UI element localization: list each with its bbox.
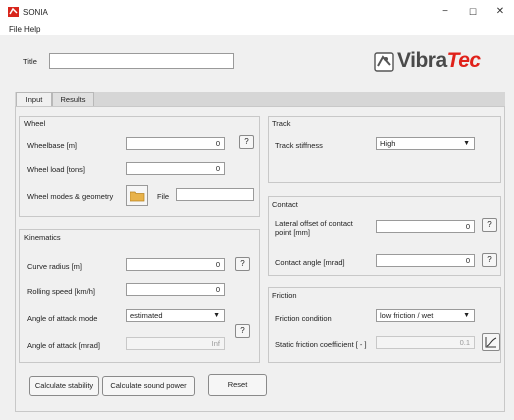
tab-input[interactable]: Input: [16, 92, 52, 106]
tab-results[interactable]: Results: [52, 92, 94, 106]
curve-plot-icon: [485, 337, 497, 348]
calculate-stability-button[interactable]: Calculate stability: [29, 376, 99, 396]
contact-offset-help-button[interactable]: ?: [482, 218, 497, 232]
brand-logo-text: VibraTec: [397, 49, 481, 73]
static-friction-label: Static friction coefficient [ - ]: [275, 340, 367, 349]
aoa-mode-value: estimated: [130, 311, 163, 320]
minimize-button[interactable]: −: [432, 4, 458, 20]
maximize-button[interactable]: ☐: [460, 4, 486, 20]
aoa-mode-label: Angle of attack mode: [27, 314, 98, 323]
lateral-offset-label: Lateral offset of contact point [mm]: [275, 219, 353, 237]
friction-condition-label: Friction condition: [275, 314, 332, 323]
title-input[interactable]: [49, 53, 234, 69]
friction-curve-button[interactable]: [482, 333, 500, 351]
static-friction-input: 0.1: [376, 336, 475, 349]
window-title: SONIA: [23, 8, 48, 17]
wheelbase-label: Wheelbase [m]: [27, 141, 78, 150]
friction-panel: [268, 287, 501, 363]
title-label: Title: [23, 57, 37, 66]
wheel-modes-label: Wheel modes & geometry: [27, 192, 114, 201]
curve-radius-label: Curve radius [m]: [27, 262, 83, 271]
wheelbase-help-button[interactable]: ?: [239, 135, 254, 149]
contact-angle-help-button[interactable]: ?: [482, 253, 497, 267]
contact-panel-title: Contact: [272, 200, 298, 209]
file-input[interactable]: [176, 188, 254, 201]
folder-icon: [130, 191, 145, 202]
track-stiffness-value: High: [380, 139, 396, 148]
calculate-sound-power-button[interactable]: Calculate sound power: [102, 376, 195, 396]
lateral-offset-input[interactable]: 0: [376, 220, 475, 233]
kinematics-panel-title: Kinematics: [24, 233, 61, 242]
aoa-input: Inf: [126, 337, 225, 350]
close-button[interactable]: ✕: [487, 4, 513, 20]
wheelbase-input[interactable]: 0: [126, 137, 225, 150]
menu-file[interactable]: File: [9, 25, 22, 34]
dropdown-arrow-icon: ▼: [463, 140, 470, 147]
open-folder-button[interactable]: [126, 185, 148, 206]
menu-help[interactable]: Help: [24, 25, 40, 34]
dropdown-arrow-icon: ▼: [213, 312, 220, 319]
aoa-mode-select[interactable]: estimated ▼: [126, 309, 225, 322]
contact-angle-label: Contact angle [mrad]: [275, 258, 345, 267]
friction-panel-title: Friction: [272, 291, 297, 300]
app-logo-icon: [8, 7, 19, 17]
aoa-help-button[interactable]: ?: [235, 324, 250, 338]
track-panel-title: Track: [272, 119, 291, 128]
file-label: File: [157, 192, 170, 201]
wheel-load-input[interactable]: 0: [126, 162, 225, 175]
rolling-speed-label: Rolling speed [km/h]: [27, 287, 95, 296]
friction-condition-value: low friction / wet: [380, 311, 434, 320]
aoa-label: Angle of attack [mrad]: [27, 341, 100, 350]
rolling-speed-input[interactable]: 0: [126, 283, 225, 296]
track-stiffness-select[interactable]: High ▼: [376, 137, 475, 150]
curve-radius-help-button[interactable]: ?: [235, 257, 250, 271]
brand-logo-tec: Tec: [446, 49, 481, 72]
wheel-panel-title: Wheel: [24, 119, 46, 128]
curve-radius-input[interactable]: 0: [126, 258, 225, 271]
friction-condition-select[interactable]: low friction / wet ▼: [376, 309, 475, 322]
menu-bar: [0, 24, 514, 35]
contact-angle-input[interactable]: 0: [376, 254, 475, 267]
vibratec-logo-icon: [374, 52, 394, 72]
wheel-load-label: Wheel load [tons]: [27, 165, 85, 174]
reset-button[interactable]: Reset: [208, 374, 267, 396]
dropdown-arrow-icon: ▼: [463, 312, 470, 319]
track-stiffness-label: Track stiffness: [275, 141, 323, 150]
brand-logo-vibra: Vibra: [397, 49, 447, 72]
